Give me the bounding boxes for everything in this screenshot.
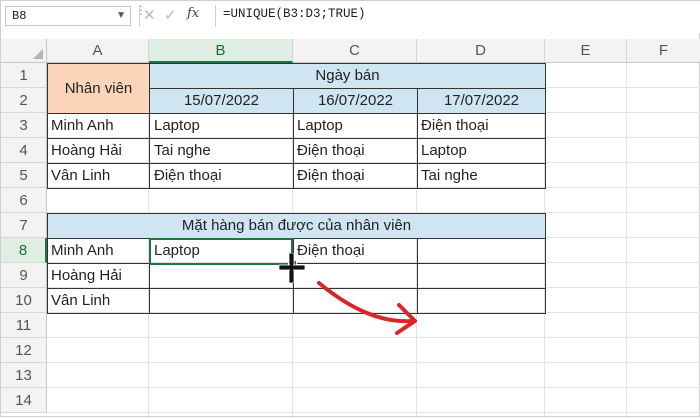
result-cell[interactable]: Điện thoại: [293, 238, 418, 264]
product-cell[interactable]: Tai nghe: [417, 163, 546, 189]
divider: [215, 5, 216, 27]
row-header-10[interactable]: 10: [1, 288, 47, 313]
employee-name-cell[interactable]: Vân Linh: [47, 288, 150, 314]
active-cell-selection[interactable]: [149, 238, 293, 265]
gridline: [626, 63, 627, 418]
insert-function-icon[interactable]: fx: [187, 6, 199, 21]
date-cell[interactable]: 15/07/2022: [149, 88, 294, 114]
product-cell[interactable]: Điện thoại: [149, 163, 294, 189]
row-header-3[interactable]: 3: [1, 113, 47, 138]
row-header-2[interactable]: 2: [1, 88, 47, 113]
row-header-5[interactable]: 5: [1, 163, 47, 188]
spreadsheet-window: B8 ▼ ⋮ ✕ ✓ fx =UNIQUE(B3:D3;TRUE) A B C …: [0, 0, 700, 418]
column-header-e[interactable]: E: [545, 39, 627, 63]
gridline: [47, 362, 700, 363]
name-box[interactable]: B8 ▼: [5, 6, 131, 26]
table-header-sale-date[interactable]: Ngày bán: [149, 63, 546, 89]
column-header-b[interactable]: B: [149, 39, 293, 63]
select-all-icon: [33, 49, 43, 59]
row-header-13[interactable]: 13: [1, 363, 47, 388]
row-header-6[interactable]: 6: [1, 188, 47, 213]
divider: [139, 5, 140, 27]
row-header-1[interactable]: 1: [1, 63, 47, 88]
product-cell[interactable]: Laptop: [417, 138, 546, 164]
row-header-8[interactable]: 8: [1, 238, 47, 263]
crosshair-cursor-icon: [279, 253, 305, 283]
product-cell[interactable]: Điện thoại: [293, 138, 418, 164]
red-arrow-icon: [317, 281, 417, 335]
column-header-f[interactable]: F: [627, 39, 700, 63]
column-header-c[interactable]: C: [293, 39, 417, 63]
result-cell[interactable]: [417, 288, 546, 314]
product-cell[interactable]: Điện thoại: [417, 113, 546, 139]
result-cell[interactable]: [417, 238, 546, 264]
drag-handle-icon[interactable]: ⋮: [135, 4, 147, 25]
employee-name-cell[interactable]: Hoàng Hải: [47, 138, 150, 164]
select-all-button[interactable]: [1, 39, 47, 63]
employee-name-cell[interactable]: Minh Anh: [47, 238, 150, 264]
row-header-14[interactable]: 14: [1, 388, 47, 413]
row-header-9[interactable]: 9: [1, 263, 47, 288]
employee-name-cell[interactable]: Minh Anh: [47, 113, 150, 139]
employee-name-cell[interactable]: Vân Linh: [47, 163, 150, 189]
formula-bar: B8 ▼ ⋮ ✕ ✓ fx =UNIQUE(B3:D3;TRUE): [1, 1, 700, 33]
date-cell[interactable]: 17/07/2022: [417, 88, 546, 114]
chevron-down-icon[interactable]: ▼: [116, 10, 126, 21]
product-cell[interactable]: Điện thoại: [293, 163, 418, 189]
product-cell[interactable]: Laptop: [293, 113, 418, 139]
column-header-d[interactable]: D: [417, 39, 545, 63]
row-header-11[interactable]: 11: [1, 313, 47, 338]
result-cell[interactable]: [149, 263, 294, 289]
product-cell[interactable]: Tai nghe: [149, 138, 294, 164]
row-header-4[interactable]: 4: [1, 138, 47, 163]
table-header-employee[interactable]: Nhân viên: [47, 63, 150, 114]
enter-icon[interactable]: ✓: [164, 6, 177, 24]
date-cell[interactable]: 16/07/2022: [293, 88, 418, 114]
gridline: [47, 412, 700, 413]
row-header-12[interactable]: 12: [1, 338, 47, 363]
result-cell[interactable]: [417, 263, 546, 289]
result-cell[interactable]: [149, 288, 294, 314]
row-header-7[interactable]: 7: [1, 213, 47, 238]
name-box-value: B8: [12, 9, 27, 23]
cancel-icon[interactable]: ✕: [143, 6, 156, 24]
formula-input[interactable]: =UNIQUE(B3:D3;TRUE): [223, 7, 366, 21]
gridline: [47, 387, 700, 388]
column-header-a[interactable]: A: [47, 39, 149, 63]
employee-name-cell[interactable]: Hoàng Hải: [47, 263, 150, 289]
result-table-title[interactable]: Mặt hàng bán được của nhân viên: [47, 213, 546, 239]
product-cell[interactable]: Laptop: [149, 113, 294, 139]
